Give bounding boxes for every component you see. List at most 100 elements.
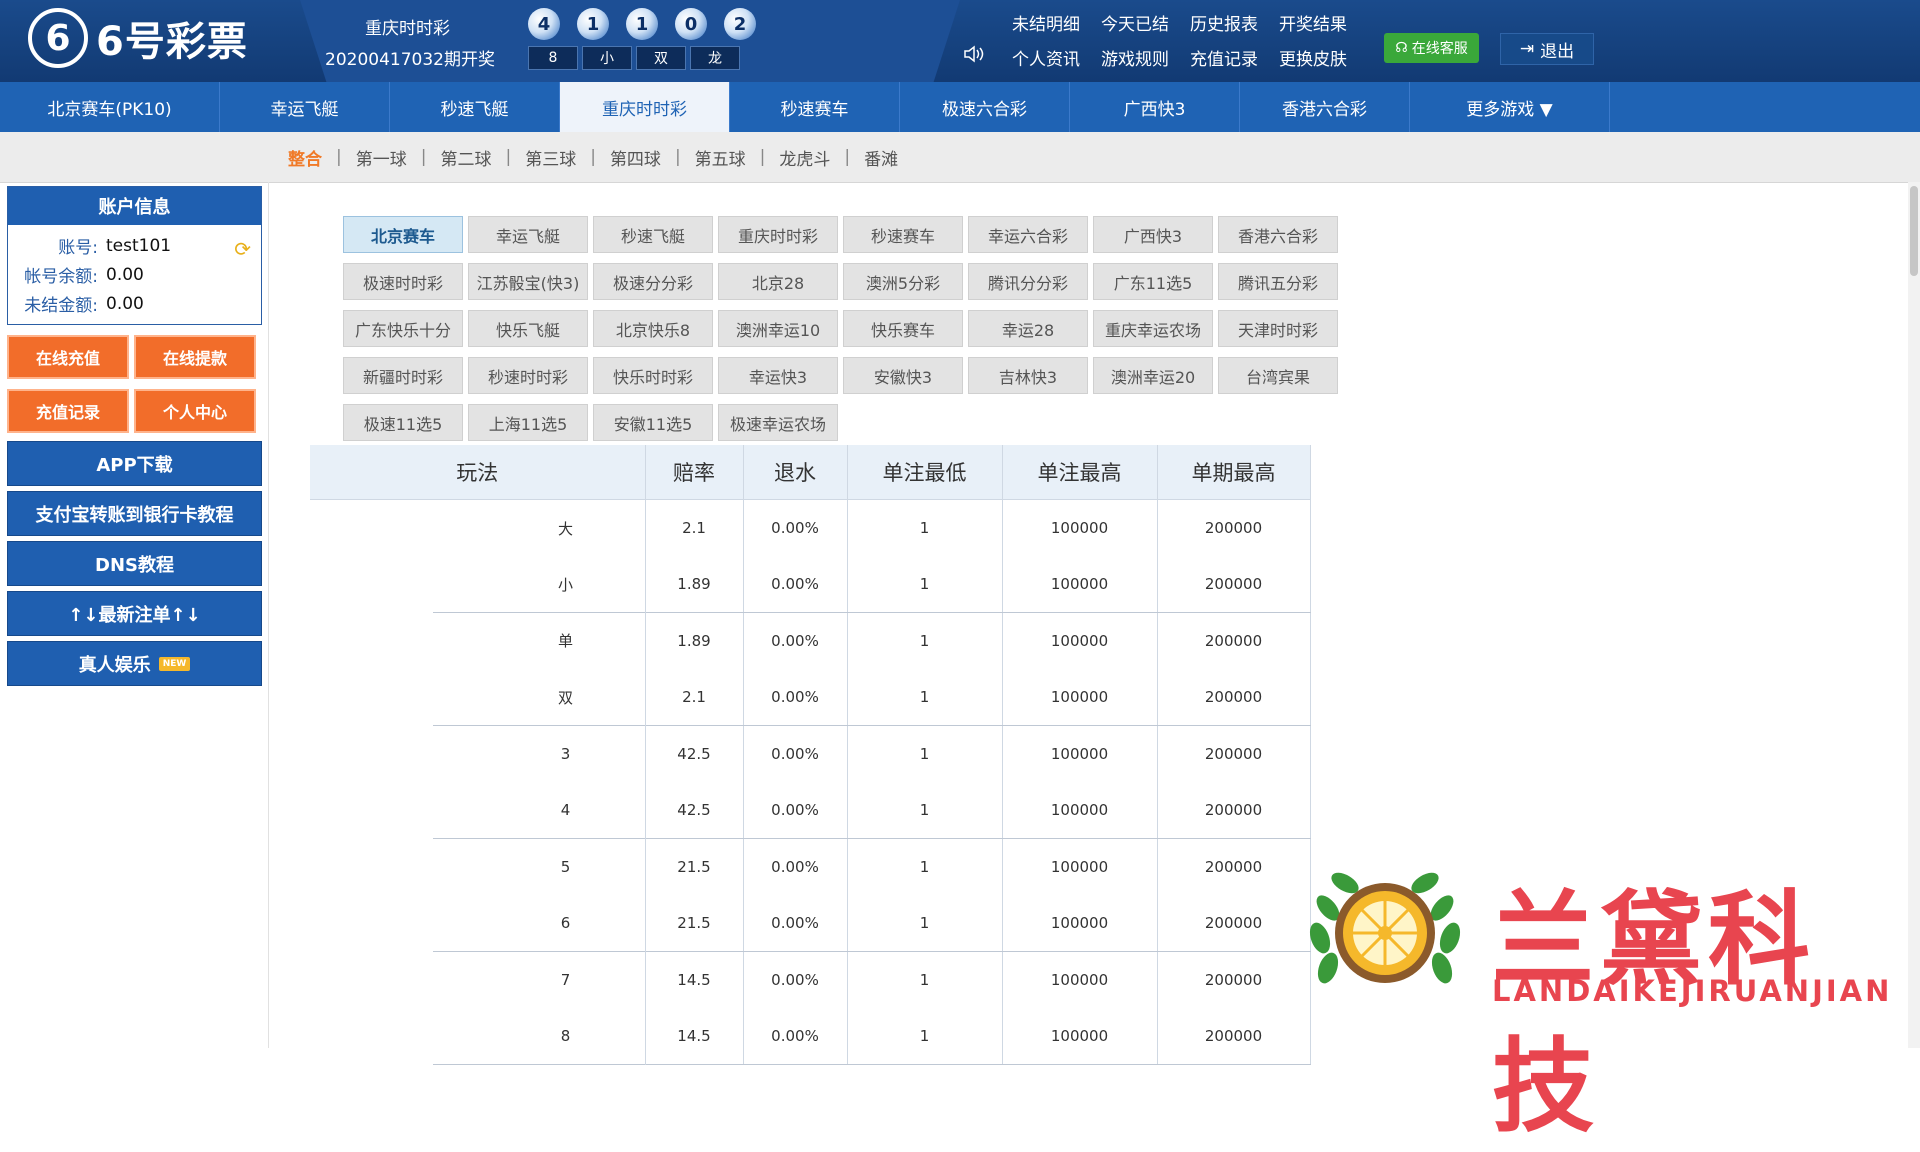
play-label: 单 bbox=[557, 632, 573, 651]
link-history-report[interactable]: 历史报表 bbox=[1190, 10, 1279, 35]
account-value: test101 bbox=[106, 235, 172, 256]
game-tab[interactable]: 快乐赛车 bbox=[843, 310, 963, 347]
game-tab[interactable]: 幸运六合彩 bbox=[968, 216, 1088, 253]
game-tab[interactable]: 江苏骰宝(快3) bbox=[468, 263, 588, 300]
alipay-tutorial-button[interactable]: 支付宝转账到银行卡教程 bbox=[7, 491, 262, 536]
refresh-icon[interactable]: ⟳ bbox=[234, 237, 251, 261]
logout-button[interactable]: ⇥ 退出 bbox=[1500, 33, 1594, 65]
game-tab[interactable]: 北京28 bbox=[718, 263, 838, 300]
draw-ball: 2 bbox=[724, 8, 756, 40]
game-tab[interactable]: 新疆时时彩 bbox=[343, 357, 463, 394]
nav-item-pk10[interactable]: 北京赛车(PK10) bbox=[0, 82, 220, 132]
game-tab[interactable]: 极速11选5 bbox=[343, 404, 463, 441]
game-tab[interactable]: 极速分分彩 bbox=[593, 263, 713, 300]
min-bet-cell: 1 bbox=[847, 669, 1003, 726]
play-cell: 大 bbox=[310, 499, 646, 556]
game-tab[interactable]: 极速时时彩 bbox=[343, 263, 463, 300]
link-game-rules[interactable]: 游戏规则 bbox=[1101, 45, 1190, 70]
link-recharge-records[interactable]: 充值记录 bbox=[1190, 45, 1279, 70]
game-tab[interactable]: 上海11选5 bbox=[468, 404, 588, 441]
link-settled-today[interactable]: 今天已结 bbox=[1101, 10, 1190, 35]
game-tab[interactable]: 极速幸运农场 bbox=[718, 404, 838, 441]
game-tab[interactable]: 澳洲幸运10 bbox=[718, 310, 838, 347]
subnav-item-ball-4[interactable]: 第四球 bbox=[610, 145, 661, 170]
max-period-cell: 200000 bbox=[1157, 895, 1311, 952]
lottery-name: 重庆时时彩 bbox=[365, 19, 450, 39]
subnav-item-ball-3[interactable]: 第三球 bbox=[525, 145, 576, 170]
min-bet-cell: 1 bbox=[847, 951, 1003, 1008]
balance-label: 帐号余额: bbox=[24, 267, 98, 287]
min-bet-cell: 1 bbox=[847, 725, 1003, 782]
game-tab[interactable]: 秒速飞艇 bbox=[593, 216, 713, 253]
max-bet-cell: 100000 bbox=[1002, 612, 1158, 669]
recharge-records-button[interactable]: 充值记录 bbox=[7, 389, 129, 433]
game-tab[interactable]: 幸运飞艇 bbox=[468, 216, 588, 253]
link-profile[interactable]: 个人资讯 bbox=[1012, 45, 1101, 70]
max-period-cell: 200000 bbox=[1157, 612, 1311, 669]
subnav-item-ball-1[interactable]: 第一球 bbox=[356, 145, 407, 170]
subnav-item-ball-2[interactable]: 第二球 bbox=[440, 145, 491, 170]
speaker-icon[interactable] bbox=[963, 45, 985, 68]
game-tab[interactable]: 快乐飞艇 bbox=[468, 310, 588, 347]
game-tab[interactable]: 台湾宾果 bbox=[1218, 357, 1338, 394]
nav-item-guangxi-k3[interactable]: 广西快3 bbox=[1070, 82, 1240, 132]
site-logo[interactable]: 6 6号彩票 bbox=[28, 8, 248, 68]
game-tab[interactable]: 重庆幸运农场 bbox=[1093, 310, 1213, 347]
game-tab[interactable]: 吉林快3 bbox=[968, 357, 1088, 394]
subnav-item-fantan[interactable]: 番滩 bbox=[864, 145, 898, 170]
app-download-button[interactable]: APP下载 bbox=[7, 441, 262, 486]
nav-item-speed-racing[interactable]: 秒速赛车 bbox=[730, 82, 900, 132]
subnav-item-dragon-tiger[interactable]: 龙虎斗 bbox=[779, 145, 830, 170]
game-tab[interactable]: 广东快乐十分 bbox=[343, 310, 463, 347]
nav-item-cqssc[interactable]: 重庆时时彩 bbox=[560, 82, 730, 132]
link-draw-results[interactable]: 开奖结果 bbox=[1279, 10, 1368, 35]
personal-center-button[interactable]: 个人中心 bbox=[134, 389, 256, 433]
table-row: 7 14.5 0.00% 1 100000 200000 bbox=[310, 951, 1311, 1008]
rebate-cell: 0.00% bbox=[743, 669, 848, 726]
rebate-cell: 0.00% bbox=[743, 1008, 848, 1065]
nav-item-lucky-airship[interactable]: 幸运飞艇 bbox=[220, 82, 390, 132]
latest-bets-button[interactable]: ↑↓最新注单↑↓ bbox=[7, 591, 262, 636]
online-recharge-button[interactable]: 在线充值 bbox=[7, 335, 129, 379]
play-cell: 4 bbox=[310, 782, 646, 839]
subnav-item-ball-5[interactable]: 第五球 bbox=[695, 145, 746, 170]
max-period-cell: 200000 bbox=[1157, 556, 1311, 613]
game-tab[interactable]: 秒速时时彩 bbox=[468, 357, 588, 394]
live-casino-button[interactable]: 真人娱乐 NEW bbox=[7, 641, 262, 686]
game-tab[interactable]: 广西快3 bbox=[1093, 216, 1213, 253]
nav-item-more-games[interactable]: 更多游戏 ▼ bbox=[1410, 82, 1610, 132]
col-header-rebate: 退水 bbox=[743, 445, 848, 500]
game-tab[interactable]: 幸运28 bbox=[968, 310, 1088, 347]
game-tab[interactable]: 幸运快3 bbox=[718, 357, 838, 394]
game-tab[interactable]: 天津时时彩 bbox=[1218, 310, 1338, 347]
logout-icon: ⇥ bbox=[1519, 39, 1535, 59]
game-tab[interactable]: 重庆时时彩 bbox=[718, 216, 838, 253]
online-withdraw-button[interactable]: 在线提款 bbox=[134, 335, 256, 379]
nav-item-speed-mark-six[interactable]: 极速六合彩 bbox=[900, 82, 1070, 132]
game-tab[interactable]: 腾讯分分彩 bbox=[968, 263, 1088, 300]
game-tab[interactable]: 安徽11选5 bbox=[593, 404, 713, 441]
game-tab[interactable]: 秒速赛车 bbox=[843, 216, 963, 253]
min-bet-cell: 1 bbox=[847, 499, 1003, 556]
link-unsettled[interactable]: 未结明细 bbox=[1012, 10, 1101, 35]
table-row: 大 2.1 0.00% 1 100000 200000 bbox=[310, 499, 1311, 556]
game-tab[interactable]: 北京赛车 bbox=[343, 216, 463, 253]
game-tab[interactable]: 安徽快3 bbox=[843, 357, 963, 394]
game-tab[interactable]: 快乐时时彩 bbox=[593, 357, 713, 394]
game-tab[interactable]: 澳洲5分彩 bbox=[843, 263, 963, 300]
scrollbar-thumb[interactable] bbox=[1910, 186, 1918, 276]
link-change-skin[interactable]: 更换皮肤 bbox=[1279, 45, 1368, 70]
nav-item-speed-airship[interactable]: 秒速飞艇 bbox=[390, 82, 560, 132]
game-tab[interactable]: 广东11选5 bbox=[1093, 263, 1213, 300]
nav-item-hk-mark-six[interactable]: 香港六合彩 bbox=[1240, 82, 1410, 132]
game-tab[interactable]: 腾讯五分彩 bbox=[1218, 263, 1338, 300]
game-tab[interactable]: 澳洲幸运20 bbox=[1093, 357, 1213, 394]
result-sum: 8 bbox=[528, 46, 578, 70]
max-bet-cell: 100000 bbox=[1002, 725, 1158, 782]
subnav-item-all[interactable]: 整合 bbox=[288, 145, 322, 170]
game-tab[interactable]: 香港六合彩 bbox=[1218, 216, 1338, 253]
online-support-button[interactable]: ☊ 在线客服 bbox=[1384, 33, 1479, 63]
dns-tutorial-button[interactable]: DNS教程 bbox=[7, 541, 262, 586]
table-row: 双 2.1 0.00% 1 100000 200000 bbox=[310, 669, 1311, 726]
game-tab[interactable]: 北京快乐8 bbox=[593, 310, 713, 347]
